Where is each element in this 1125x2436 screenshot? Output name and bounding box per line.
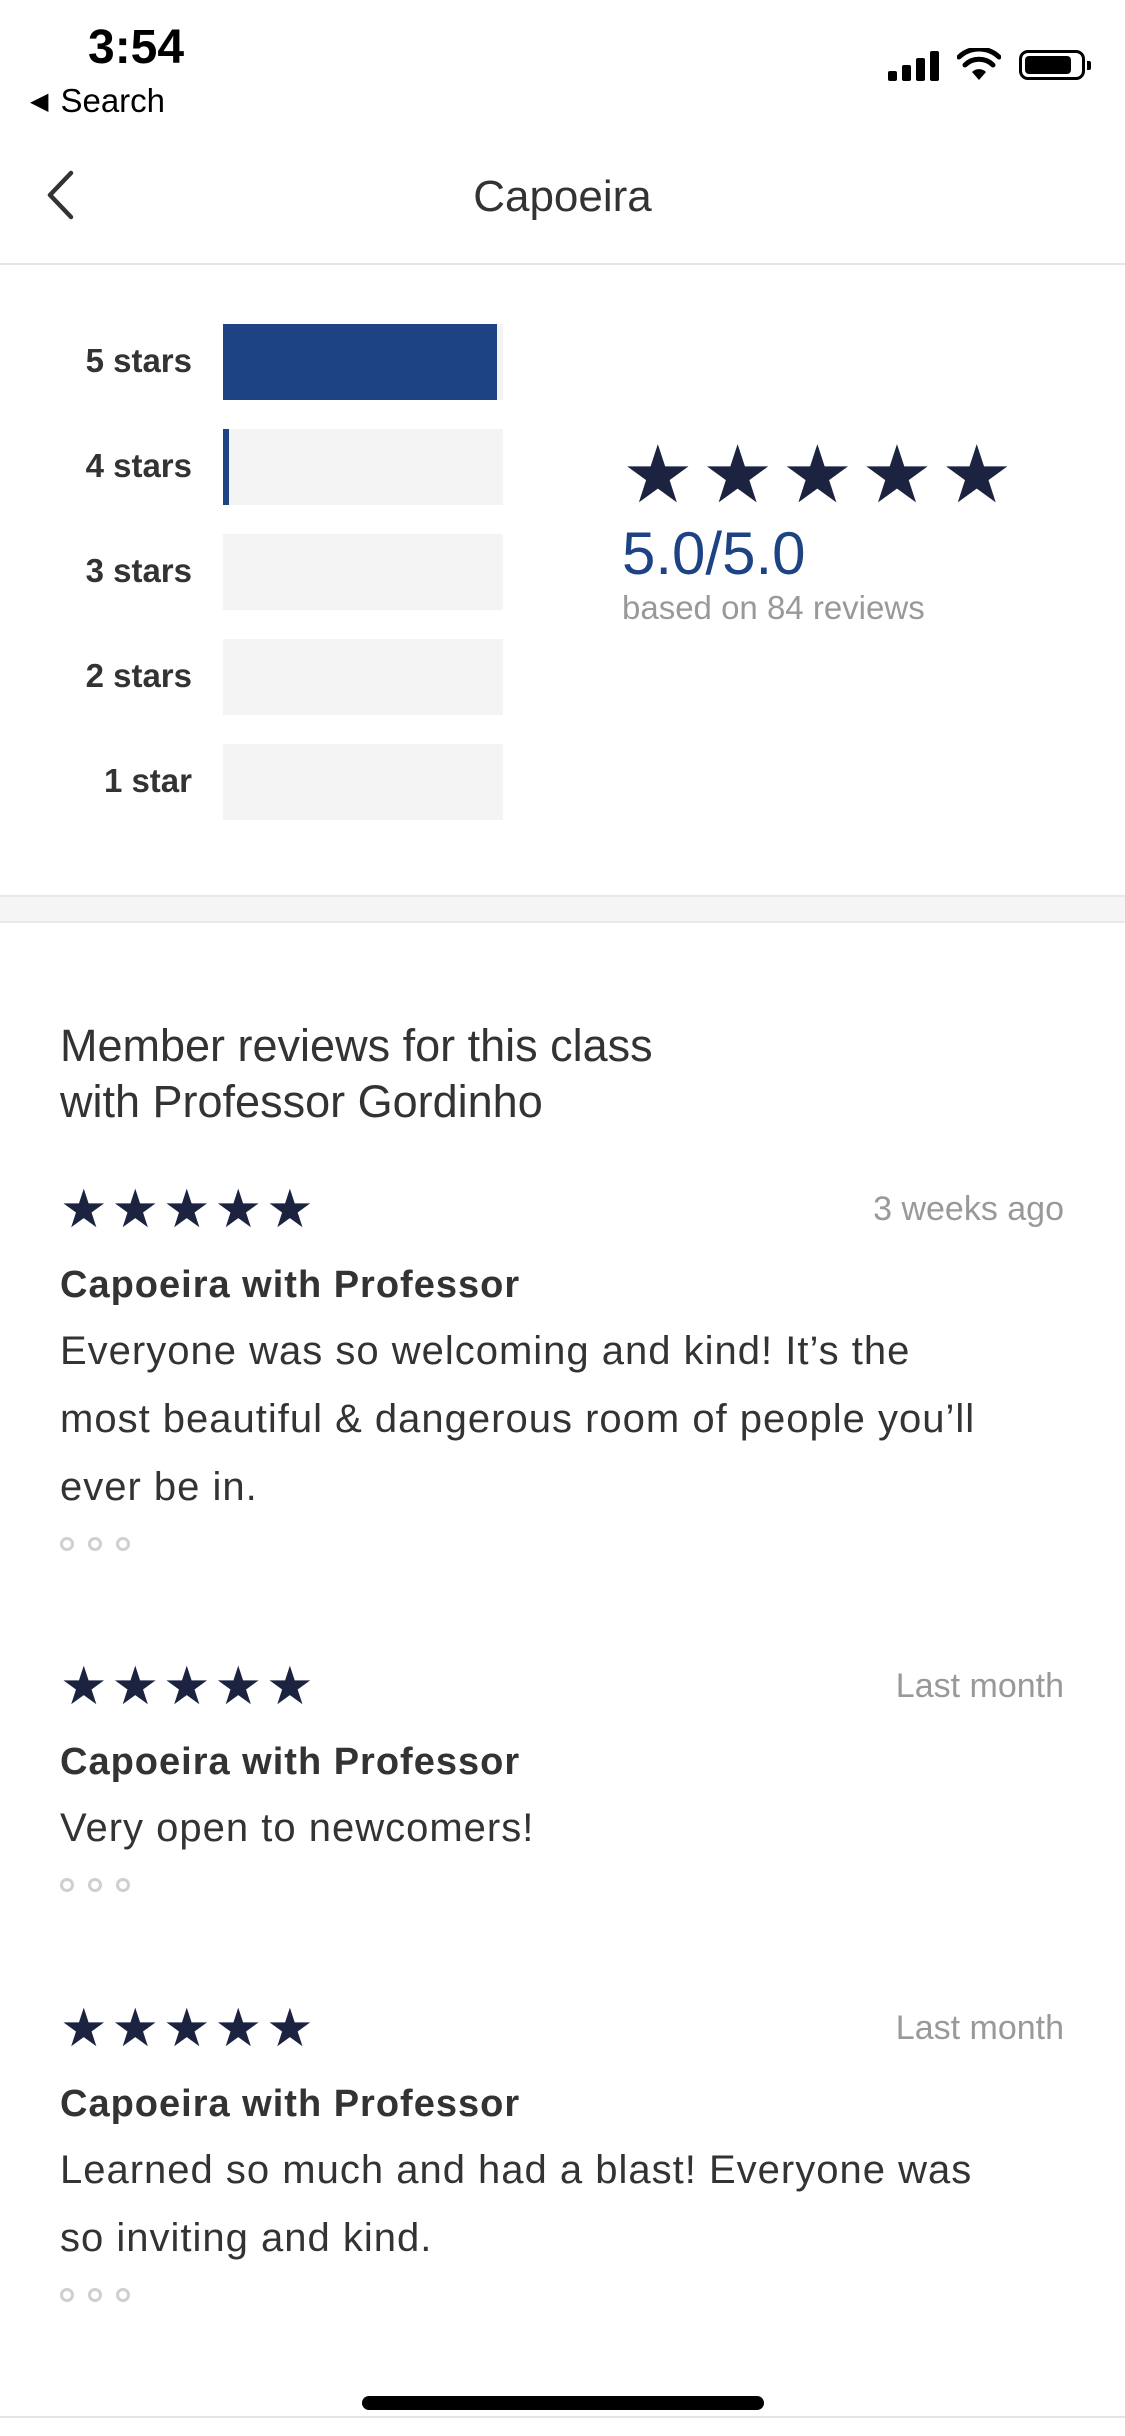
rating-label: 4 stars	[85, 447, 192, 484]
rating-bar-fill	[223, 324, 498, 400]
dot-icon	[60, 1537, 74, 1551]
review-body: Very open to newcomers!	[60, 1794, 1064, 1862]
star-icon: ★	[111, 1180, 160, 1239]
review-date: Last month	[895, 2009, 1064, 2047]
home-indicator[interactable]	[362, 2396, 764, 2410]
dot-icon	[116, 1878, 130, 1892]
review-body-line: Learned so much and had a blast! Everyon…	[60, 2148, 973, 2192]
review-title: Capoeira with Professor	[60, 1741, 521, 1783]
star-icon: ★	[163, 1999, 211, 2058]
star-icon: ★	[163, 1657, 211, 1716]
review-body-line: Very open to newcomers!	[60, 1806, 535, 1850]
dot-icon	[60, 2288, 74, 2302]
rating-bar-track	[223, 534, 503, 610]
star-icon: ★	[60, 1657, 108, 1716]
screen: 3:54 ◀ Search Capoeira 5 stars 4 stars 3…	[0, 0, 1125, 2436]
review-body-line: so inviting and kind.	[60, 2216, 433, 2260]
star-icon: ★	[266, 1657, 314, 1716]
star-icon: ★	[111, 1999, 160, 2058]
star-icon: ★	[861, 430, 933, 519]
reviews-heading: Member reviews for this class with Profe…	[60, 1018, 760, 1130]
review-item: ★ ★ ★ ★ ★ Last month Capoeira with Professor…	[60, 2001, 1064, 2302]
star-icon: ★	[214, 1999, 263, 2058]
battery-icon	[1019, 50, 1091, 80]
review-count: based on 84 reviews	[622, 589, 925, 626]
rating-row-5: 5 stars	[0, 324, 520, 400]
rating-bar-track	[223, 744, 503, 820]
rating-bar-fill	[223, 429, 229, 505]
star-icon: ★	[60, 1180, 108, 1239]
review-more-options-button[interactable]	[60, 2288, 1064, 2302]
rating-row-2: 2 stars	[0, 639, 520, 715]
rating-label: 5 stars	[85, 342, 192, 379]
status-time: 3:54	[88, 21, 185, 74]
star-icon: ★	[622, 430, 694, 519]
average-rating: 5.0/5.0	[622, 520, 806, 587]
overall-stars: ★ ★ ★ ★ ★	[622, 435, 1013, 515]
review-item: ★ ★ ★ ★ ★ Last month Capoeira with Professor…	[60, 1659, 1064, 1892]
star-icon: ★	[214, 1180, 263, 1239]
page-title: Capoeira	[473, 172, 652, 221]
rating-bar-track	[223, 429, 503, 505]
rating-row-3: 3 stars	[0, 534, 520, 610]
dot-icon	[88, 1878, 102, 1892]
navigation-bar: Capoeira	[0, 130, 1125, 265]
back-triangle-icon: ◀	[30, 87, 49, 115]
star-icon: ★	[163, 1180, 211, 1239]
section-divider	[0, 895, 1125, 923]
star-icon: ★	[701, 430, 774, 519]
wifi-icon	[957, 48, 1001, 80]
rating-label: 2 stars	[85, 657, 192, 694]
reviews-heading-line2: with Professor Gordinho	[60, 1076, 543, 1127]
star-icon: ★	[111, 1657, 160, 1716]
signal-icon	[888, 49, 939, 81]
dot-icon	[88, 2288, 102, 2302]
star-icon: ★	[266, 1180, 314, 1239]
review-body: Learned so much and had a blast! Everyon…	[60, 2136, 1064, 2272]
back-to-search-link[interactable]: ◀ Search	[30, 82, 165, 120]
reviews-heading-line1: Member reviews for this class	[60, 1020, 653, 1071]
rating-summary: 5 stars 4 stars 3 stars 2 stars 1 star ★…	[0, 265, 1125, 895]
bottom-divider	[0, 2416, 1125, 2418]
rating-label: 1 star	[103, 762, 192, 799]
back-app-label: Search	[60, 82, 166, 119]
review-title: Capoeira with Professor	[60, 2083, 521, 2125]
review-item: ★ ★ ★ ★ ★ 3 weeks ago Capoeira with Professo…	[60, 1182, 1064, 1551]
star-icon: ★	[940, 430, 1013, 519]
review-title: Capoeira with Professor	[60, 1264, 521, 1306]
dot-icon	[88, 1537, 102, 1551]
status-icons	[888, 48, 1091, 82]
rating-label: 3 stars	[85, 552, 192, 589]
review-body-line: Everyone was so welcoming and kind! It’s…	[60, 1329, 911, 1373]
rating-row-4: 4 stars	[0, 429, 520, 505]
review-date: 3 weeks ago	[873, 1190, 1064, 1228]
dot-icon	[60, 1878, 74, 1892]
rating-bar-track	[223, 324, 503, 400]
review-more-options-button[interactable]	[60, 1537, 1064, 1551]
review-body-line: ever be in.	[60, 1465, 258, 1509]
rating-row-1: 1 star	[0, 744, 520, 820]
review-body: Everyone was so welcoming and kind! It’s…	[60, 1317, 1064, 1521]
star-icon: ★	[781, 430, 854, 519]
star-icon: ★	[266, 1999, 314, 2058]
overall-rating: ★ ★ ★ ★ ★ 5.0/5.0 based on 84 reviews	[622, 435, 1013, 627]
review-body-line: most beautiful & dangerous room of peopl…	[60, 1397, 976, 1441]
dot-icon	[116, 1537, 130, 1551]
star-icon: ★	[60, 1999, 108, 2058]
rating-bar-track	[223, 639, 503, 715]
review-more-options-button[interactable]	[60, 1878, 1064, 1892]
star-icon: ★	[214, 1657, 263, 1716]
review-date: Last month	[895, 1667, 1064, 1705]
dot-icon	[116, 2288, 130, 2302]
status-bar: 3:54 ◀ Search	[0, 0, 1125, 130]
